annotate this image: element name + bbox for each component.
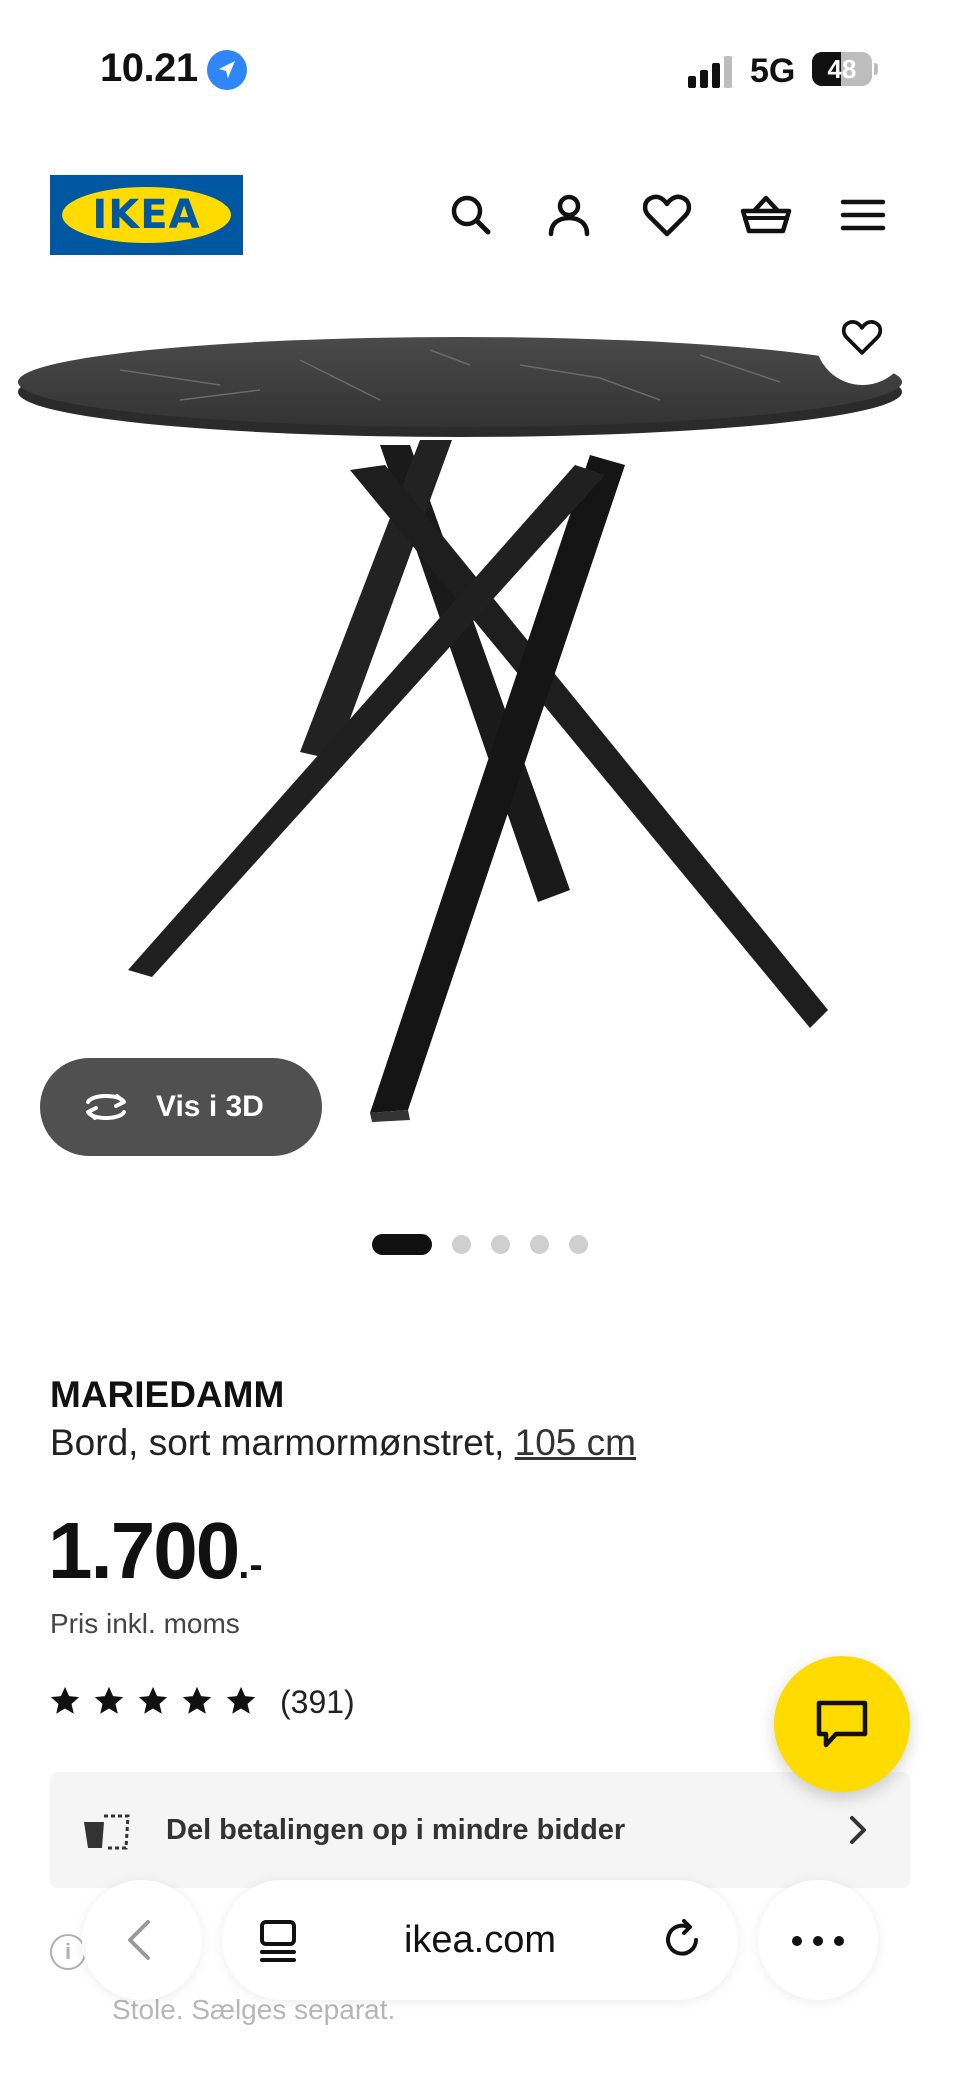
status-time: 10.21 [100, 46, 198, 90]
carousel-dot[interactable] [372, 1234, 432, 1255]
network-type: 5G [750, 52, 796, 90]
chevron-left-icon [128, 1920, 150, 1960]
carousel-dot[interactable] [569, 1235, 588, 1254]
reload-icon[interactable] [658, 1916, 706, 1964]
cellular-signal-icon [688, 56, 736, 88]
search-icon[interactable] [441, 185, 501, 245]
price-note: Pris inkl. moms [50, 1608, 240, 1639]
battery-icon: 48 [812, 52, 878, 86]
price-suffix: .- [238, 1543, 263, 1587]
heart-icon [841, 319, 883, 355]
star-icon [50, 1686, 80, 1714]
logo-text: IKEA [92, 192, 201, 238]
rotate-3d-icon [86, 1094, 126, 1120]
size-link[interactable]: 105 cm [515, 1422, 636, 1463]
carousel-dot[interactable] [452, 1235, 471, 1254]
price-value: 1.700 [48, 1506, 240, 1595]
star-icon [138, 1686, 168, 1714]
add-to-favourites-button[interactable] [815, 290, 910, 385]
ikea-logo[interactable]: IKEA [50, 175, 243, 255]
site-header: IKEA [0, 160, 960, 270]
status-bar: 10.21 5G 48 [0, 0, 960, 140]
browser-back-button[interactable] [82, 1880, 202, 2000]
product-description-text: Bord, sort marmormønstret, [50, 1422, 515, 1463]
more-options-button[interactable] [758, 1880, 878, 2000]
basket-icon[interactable] [736, 185, 796, 245]
payment-split-icon [84, 1814, 130, 1850]
chevron-right-icon [850, 1816, 866, 1844]
battery-level: 48 [827, 54, 857, 84]
star-icon [226, 1686, 256, 1714]
star-icon [182, 1686, 212, 1714]
product-image[interactable] [0, 290, 960, 1190]
carousel-dot[interactable] [530, 1235, 549, 1254]
star-icon [94, 1686, 124, 1714]
chat-button[interactable] [774, 1656, 910, 1792]
user-icon[interactable] [539, 185, 599, 245]
view-in-3d-label: Vis i 3D [156, 1090, 264, 1123]
heart-icon[interactable] [637, 185, 697, 245]
location-arrow-icon [207, 50, 247, 90]
review-count: (391) [280, 1684, 355, 1720]
view-in-3d-button[interactable]: Vis i 3D [40, 1058, 322, 1156]
product-name: MARIEDAMM [50, 1374, 285, 1415]
product-price: 1.700.- [48, 1505, 263, 1597]
product-description: Bord, sort marmormønstret, 105 cm [50, 1422, 636, 1464]
image-carousel-indicator [372, 1233, 592, 1255]
carousel-dot[interactable] [491, 1235, 510, 1254]
address-bar[interactable]: ikea.com [222, 1880, 738, 2000]
browser-toolbar: ikea.com [0, 1870, 960, 2010]
chat-bubble-icon [816, 1700, 868, 1748]
menu-icon[interactable] [833, 185, 893, 245]
